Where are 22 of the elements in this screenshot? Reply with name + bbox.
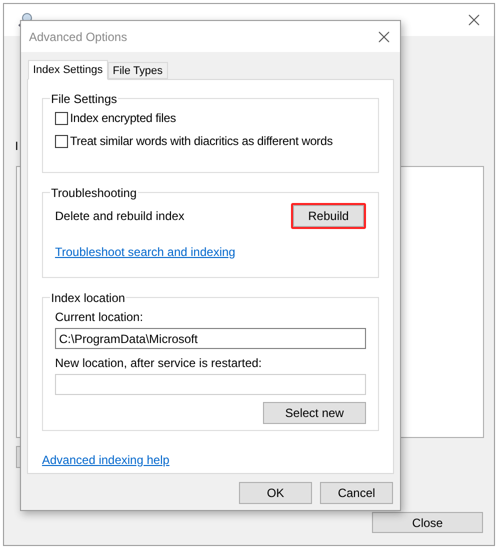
link[interactable]: Advanced indexing help xyxy=(42,451,170,469)
tab[interactable]: File Types xyxy=(108,62,168,79)
field-label: New location, after service is restarted: xyxy=(55,355,263,372)
button[interactable]: OK xyxy=(239,482,312,504)
checkbox-label: Treat similar words with diacritics as different words xyxy=(70,133,333,150)
close-icon[interactable] xyxy=(468,14,480,26)
description: Delete and rebuild index xyxy=(55,208,184,225)
checkbox[interactable] xyxy=(55,134,68,148)
label: I xyxy=(15,138,18,155)
close-icon[interactable] xyxy=(378,30,390,42)
close-button[interactable]: Close xyxy=(372,512,483,533)
button[interactable]: Cancel xyxy=(320,482,393,504)
dialog-title: Advanced Options xyxy=(29,28,128,46)
input-field[interactable]: C:\ProgramData\Microsoft xyxy=(55,328,366,349)
input-field[interactable] xyxy=(55,374,366,395)
checkbox[interactable] xyxy=(55,112,68,124)
tab[interactable]: Index Settings xyxy=(28,60,108,80)
link[interactable]: Troubleshoot search and indexing xyxy=(55,243,366,261)
button[interactable]: Rebuild xyxy=(293,205,364,227)
field-label: Current location: xyxy=(55,309,144,326)
checkbox-label: Index encrypted files xyxy=(70,110,176,127)
button[interactable]: Select new xyxy=(263,402,366,424)
